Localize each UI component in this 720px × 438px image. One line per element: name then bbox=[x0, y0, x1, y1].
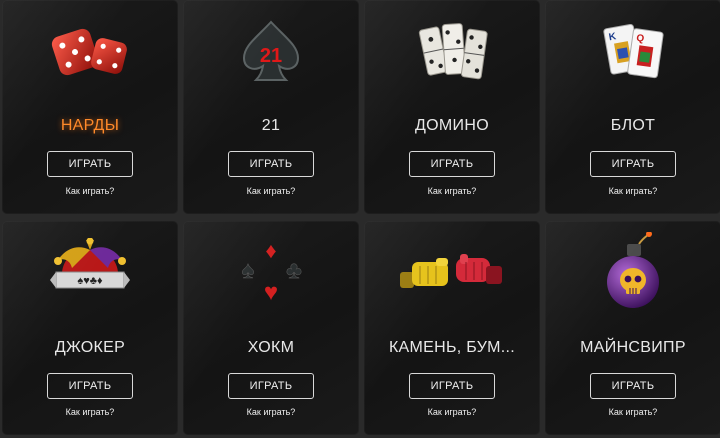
how-to-play-link[interactable]: Как играть? bbox=[183, 407, 359, 417]
game-title: МАЙНСВИПР bbox=[580, 339, 686, 356]
game-title: 21 bbox=[261, 117, 281, 134]
game-title: КАМЕНЬ, БУМ... bbox=[388, 339, 516, 356]
game-card-hokm[interactable]: ♦ ♠ ♣ ♥ ХОКМ ИГРАТЬ Как играть? bbox=[183, 221, 359, 435]
game-title: БЛОТ bbox=[610, 117, 656, 134]
game-title: ДОМИНО bbox=[415, 117, 489, 134]
play-button[interactable]: ИГРАТЬ bbox=[590, 373, 676, 399]
blackjack-spade-icon: 21 bbox=[183, 14, 359, 88]
game-card-nardy[interactable]: НАРДЫ ИГРАТЬ Как играть? bbox=[2, 0, 178, 214]
game-card-rock-paper-scissors[interactable]: КАМЕНЬ, БУМ... ИГРАТЬ Как играть? bbox=[364, 221, 540, 435]
games-grid: НАРДЫ ИГРАТЬ Как играть? 21 21 ИГРАТЬ Ка… bbox=[0, 0, 720, 438]
play-button[interactable]: ИГРАТЬ bbox=[590, 151, 676, 177]
svg-text:♥: ♥ bbox=[264, 279, 278, 306]
svg-text:♦: ♦ bbox=[265, 238, 276, 263]
playing-cards-icon: K Q bbox=[545, 14, 720, 88]
play-button[interactable]: ИГРАТЬ bbox=[47, 151, 133, 177]
game-title: ХОКМ bbox=[247, 339, 295, 356]
how-to-play-link[interactable]: Как играть? bbox=[545, 186, 720, 196]
card-suits-icon: ♦ ♠ ♣ ♥ bbox=[183, 235, 359, 309]
game-card-minesweeper[interactable]: МАЙНСВИПР ИГРАТЬ Как играть? bbox=[545, 221, 720, 435]
how-to-play-link[interactable]: Как играть? bbox=[183, 186, 359, 196]
how-to-play-link[interactable]: Как играть? bbox=[364, 186, 540, 196]
play-button[interactable]: ИГРАТЬ bbox=[228, 151, 314, 177]
play-button[interactable]: ИГРАТЬ bbox=[409, 151, 495, 177]
svg-text:♣: ♣ bbox=[286, 257, 302, 284]
game-title: НАРДЫ bbox=[60, 117, 120, 134]
jester-hat-icon: ♠♥♣♦ bbox=[2, 235, 178, 309]
play-button[interactable]: ИГРАТЬ bbox=[228, 373, 314, 399]
svg-text:♠: ♠ bbox=[242, 257, 255, 284]
dice-icon bbox=[2, 14, 178, 88]
play-button[interactable]: ИГРАТЬ bbox=[47, 373, 133, 399]
game-card-21[interactable]: 21 21 ИГРАТЬ Как играть? bbox=[183, 0, 359, 214]
play-button[interactable]: ИГРАТЬ bbox=[409, 373, 495, 399]
how-to-play-link[interactable]: Как играть? bbox=[2, 407, 178, 417]
game-card-domino[interactable]: ДОМИНО ИГРАТЬ Как играть? bbox=[364, 0, 540, 214]
game-title: ДЖОКЕР bbox=[54, 339, 126, 356]
game-card-blot[interactable]: K Q БЛОТ ИГРАТЬ Как играть? bbox=[545, 0, 720, 214]
how-to-play-link[interactable]: Как играть? bbox=[2, 186, 178, 196]
how-to-play-link[interactable]: Как играть? bbox=[545, 407, 720, 417]
skull-bomb-icon bbox=[545, 232, 720, 309]
svg-text:♠♥♣♦: ♠♥♣♦ bbox=[77, 275, 103, 287]
domino-icon bbox=[364, 14, 540, 88]
game-card-joker[interactable]: ♠♥♣♦ ДЖОКЕР ИГРАТЬ Как играть? bbox=[2, 221, 178, 435]
rock-paper-gloves-icon bbox=[364, 235, 540, 309]
svg-text:21: 21 bbox=[260, 45, 282, 67]
how-to-play-link[interactable]: Как играть? bbox=[364, 407, 540, 417]
